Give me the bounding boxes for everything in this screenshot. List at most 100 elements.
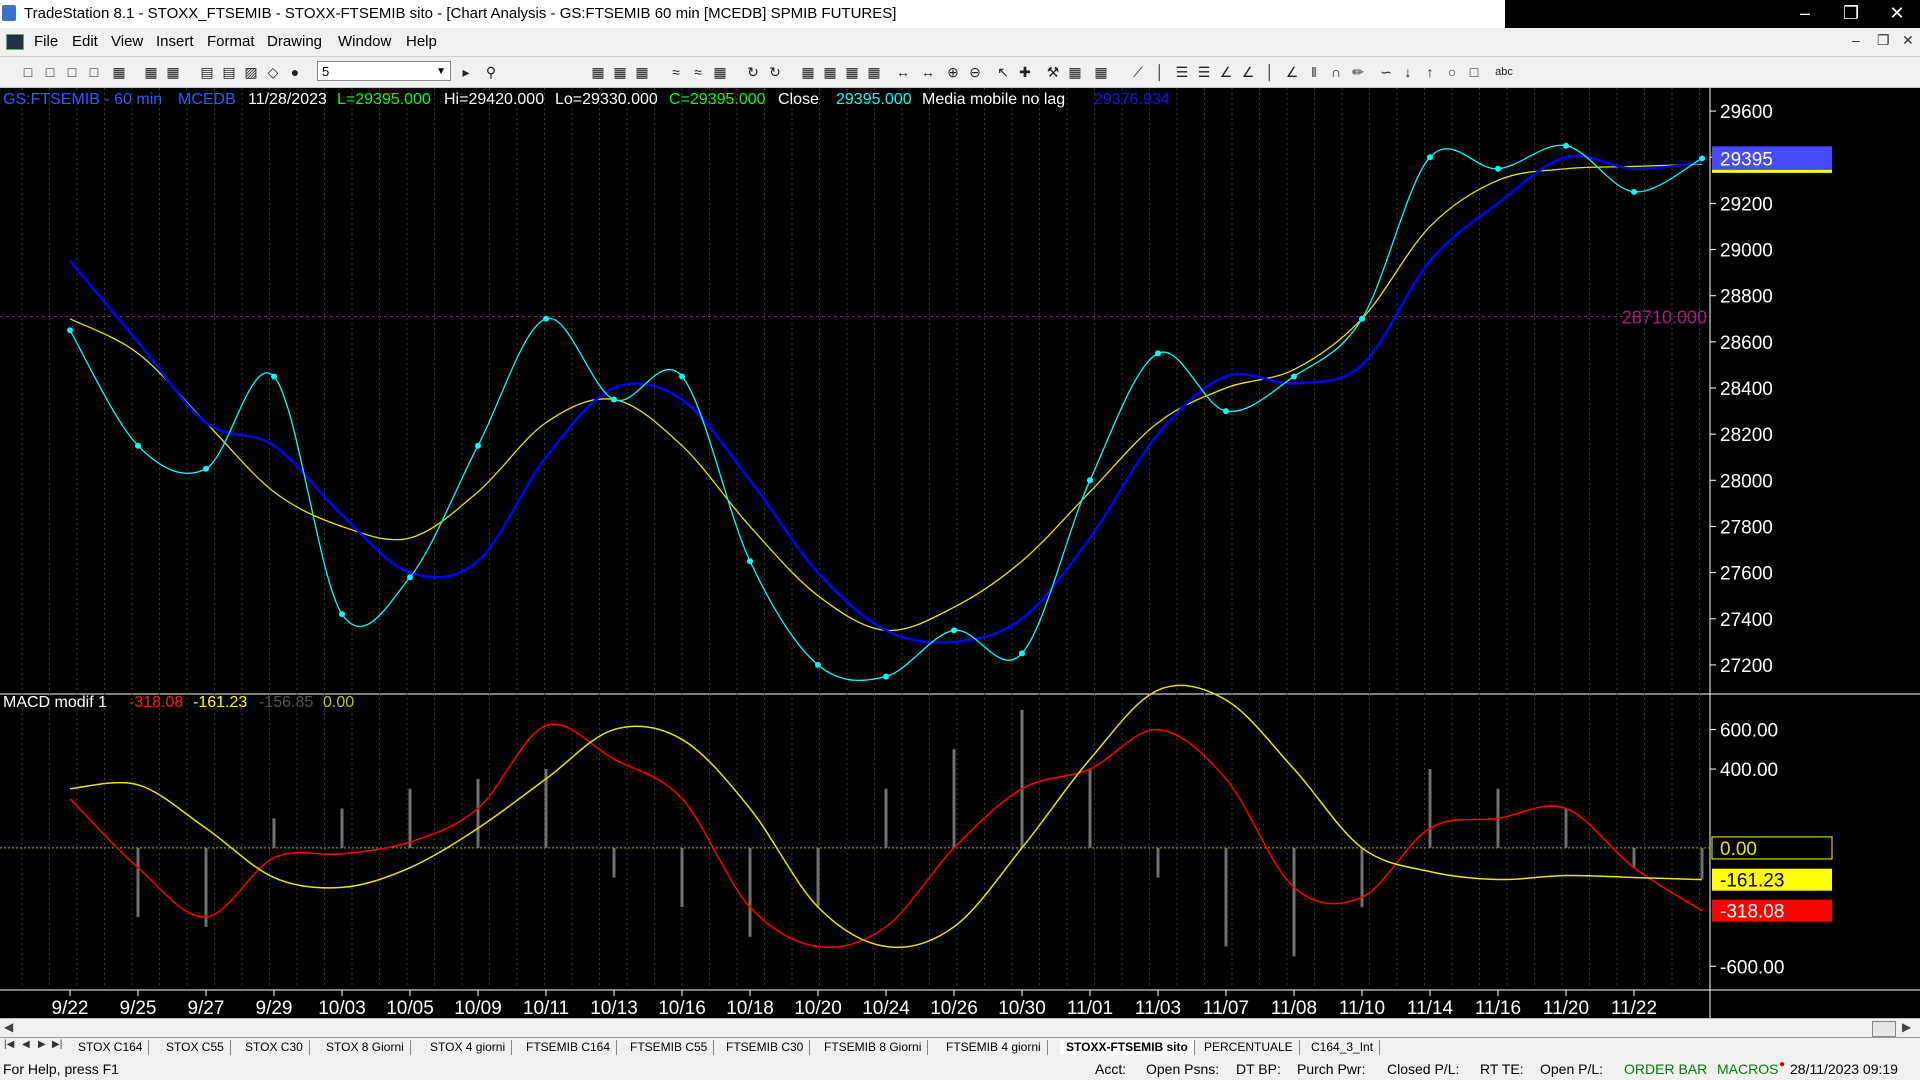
price-point	[1019, 650, 1025, 657]
refresh-icon[interactable]: ↻	[745, 64, 761, 80]
order-bar-button[interactable]: ORDER BAR	[1624, 1061, 1707, 1077]
rectangle-icon[interactable]: □	[1466, 64, 1482, 80]
format-icon[interactable]: ▦	[612, 64, 628, 80]
curve-icon[interactable]: ∽	[1378, 64, 1394, 80]
save-icon[interactable]: ▦	[111, 64, 127, 80]
vline-icon[interactable]: │	[1152, 64, 1168, 80]
status-dt-bp: DT BP:	[1236, 1061, 1281, 1077]
arrow-down-icon[interactable]: ↓	[1400, 64, 1416, 80]
scroll-right-icon[interactable]: ↔	[920, 64, 936, 80]
chart-type-icon[interactable]: ▦	[590, 64, 606, 80]
ma-label: Media mobile no lag	[922, 91, 1066, 108]
text-tool-icon[interactable]: abc	[1492, 64, 1516, 80]
price-point	[1563, 142, 1569, 149]
link-icon[interactable]: ↻	[767, 64, 783, 80]
interval-select[interactable]: 5 ▼	[317, 61, 451, 81]
horizontal-scrollbar[interactable]: ◀ ▶	[0, 1018, 1920, 1038]
tab-stox-8-giorni[interactable]: STOX 8 Giorni	[320, 1040, 411, 1055]
zoom-in-icon[interactable]: ⊕	[945, 64, 961, 80]
data-icon[interactable]: ▦	[800, 64, 816, 80]
scroll-thumb[interactable]	[1872, 1021, 1896, 1037]
tab-stox-c55[interactable]: STOX C55	[160, 1040, 231, 1055]
table-icon[interactable]: ▦	[634, 64, 650, 80]
menu-edit[interactable]: Edit	[72, 33, 98, 50]
strategy-icon[interactable]: ≈	[690, 64, 706, 80]
tools-icon[interactable]: ⚒	[1045, 64, 1061, 80]
window2-icon[interactable]: ▤	[221, 64, 237, 80]
bars2-icon[interactable]: ▦	[866, 64, 882, 80]
mdi-restore-icon[interactable]: ❐	[1877, 32, 1890, 49]
indicator-icon[interactable]: ≈	[668, 64, 684, 80]
menu-insert[interactable]: Insert	[156, 33, 194, 50]
scroll-left-arrow-icon[interactable]: ◀	[4, 1020, 13, 1034]
tab-ftsemib-4-giorni[interactable]: FTSEMIB 4 giorni	[940, 1040, 1048, 1055]
scroll-left-icon[interactable]: ↔	[895, 64, 911, 80]
tab-c164-3-int[interactable]: C164_3_Int	[1305, 1040, 1381, 1055]
tab-nav-last-icon[interactable]: ▶|	[52, 1039, 62, 1050]
pencil-icon[interactable]: ✏	[1350, 64, 1366, 80]
zoom-out-icon[interactable]: ⊖	[967, 64, 983, 80]
fib-icon[interactable]: ☰	[1196, 64, 1212, 80]
tab-nav-next-icon[interactable]: ▶	[38, 1039, 46, 1050]
pointer-icon[interactable]: ↖	[995, 64, 1011, 80]
print-icon[interactable]: ▦	[143, 64, 159, 80]
macros-button[interactable]: MACROS	[1717, 1061, 1778, 1077]
lock-icon[interactable]: ▨	[243, 64, 259, 80]
price-point	[1087, 477, 1093, 484]
play-icon[interactable]: ▸	[458, 64, 474, 80]
channel-icon[interactable]: ‖	[1306, 64, 1322, 80]
macd-marker-label: -318.08	[1720, 902, 1784, 923]
mdi-minimize-icon[interactable]: –	[1852, 32, 1860, 48]
price-point	[1223, 408, 1229, 415]
scroll-right-arrow-icon[interactable]: ▶	[1902, 1020, 1911, 1034]
speed-icon[interactable]: ∠	[1218, 64, 1234, 80]
tab-ftsemib-8-giorni[interactable]: FTSEMIB 8 Giorni	[818, 1040, 929, 1055]
export-icon[interactable]: ▦	[1067, 64, 1083, 80]
close-button[interactable]: ✕	[1874, 0, 1920, 28]
maximize-button[interactable]: ❐	[1828, 0, 1874, 28]
tag-icon[interactable]: ◇	[265, 64, 281, 80]
minimize-button[interactable]: –	[1782, 0, 1828, 28]
trendline-icon[interactable]: ⟋	[1130, 64, 1146, 80]
tab-ftsemib-c30[interactable]: FTSEMIB C30	[720, 1040, 811, 1055]
fib-time-icon[interactable]: │	[1262, 64, 1278, 80]
menu-format[interactable]: Format	[207, 33, 255, 50]
chart-canvas[interactable]: 2960029400292002900028800286002840028200…	[0, 88, 1920, 1018]
tab-stox-c30[interactable]: STOX C30	[239, 1040, 310, 1055]
tab-stox-4-giorni[interactable]: STOX 4 giorni	[424, 1040, 513, 1055]
crosshair-icon[interactable]: ✚	[1017, 64, 1033, 80]
menu-window[interactable]: Window	[338, 33, 391, 50]
candle-icon[interactable]: ▦	[822, 64, 838, 80]
tab-ftsemib-c55[interactable]: FTSEMIB C55	[624, 1040, 715, 1055]
workspace-icon[interactable]: □	[64, 64, 80, 80]
mdi-close-icon[interactable]: ✕	[1902, 32, 1914, 49]
tab-stoxx-ftsemib-sito[interactable]: STOXX-FTSEMIB sito	[1060, 1040, 1195, 1055]
tab-nav-first-icon[interactable]: |◀	[4, 1039, 14, 1050]
print-preview-icon[interactable]: ▦	[165, 64, 181, 80]
tab-nav-prev-icon[interactable]: ◀	[22, 1039, 30, 1050]
arrow-up-icon[interactable]: ↑	[1422, 64, 1438, 80]
window-icon[interactable]: ▤	[199, 64, 215, 80]
settings-icon[interactable]: ▦	[1093, 64, 1109, 80]
globe-icon[interactable]: ●	[287, 64, 303, 80]
ellipse-icon[interactable]: ○	[1444, 64, 1460, 80]
tab-stox-c164[interactable]: STOX C164	[72, 1040, 150, 1055]
tab-ftsemib-c164[interactable]: FTSEMIB C164	[520, 1040, 618, 1055]
new-icon[interactable]: □	[20, 64, 36, 80]
analysis-icon[interactable]: ▦	[712, 64, 728, 80]
menu-help[interactable]: Help	[406, 33, 437, 50]
folder-icon[interactable]: □	[86, 64, 102, 80]
open-icon[interactable]: □	[42, 64, 58, 80]
menu-drawing[interactable]: Drawing	[267, 33, 322, 50]
andrews-icon[interactable]: ∠	[1284, 64, 1300, 80]
hline-icon[interactable]: ☰	[1174, 64, 1190, 80]
arc-icon[interactable]: ∩	[1328, 64, 1344, 80]
menu-file[interactable]: File	[34, 33, 58, 50]
status-help: For Help, press F1	[3, 1061, 119, 1077]
gann-icon[interactable]: ∠	[1240, 64, 1256, 80]
find-icon[interactable]: ⚲	[483, 64, 499, 80]
tab-percentuale[interactable]: PERCENTUALE	[1198, 1040, 1300, 1055]
bars-icon[interactable]: ▦	[844, 64, 860, 80]
chart-area[interactable]: 2960029400292002900028800286002840028200…	[0, 88, 1920, 1018]
menu-view[interactable]: View	[111, 33, 143, 50]
